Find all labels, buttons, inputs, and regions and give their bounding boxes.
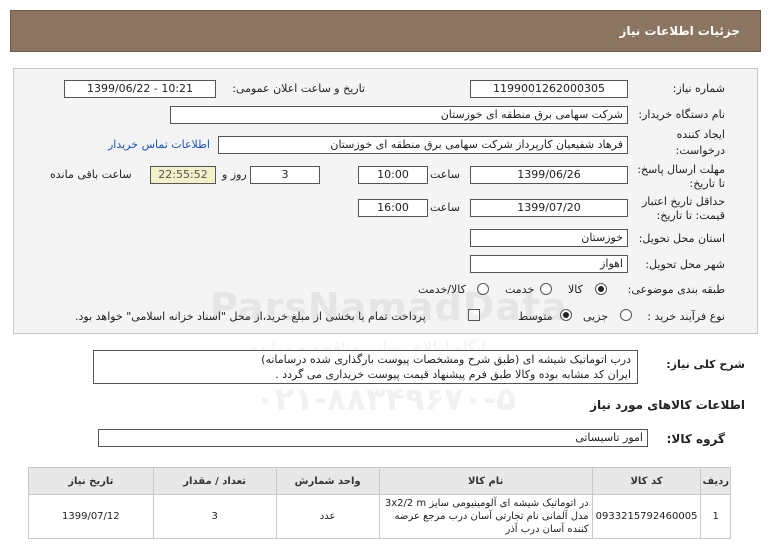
watermark-brand: ParsNamadData — [210, 285, 568, 329]
buyer-field: شرکت سهامی برق منطقه ای خوزستان — [170, 106, 628, 124]
description-line-1: درب اتوماتیک شیشه ای (طبق شرح ومشخصات پی… — [261, 353, 631, 366]
category-goods-label: کالا — [568, 283, 583, 296]
description-box: درب اتوماتیک شیشه ای (طبق شرح ومشخصات پی… — [93, 350, 638, 384]
col-date: تاریخ نیاز — [28, 467, 154, 495]
description-label: شرح کلی نیاز: — [666, 358, 745, 371]
process-minor-radio[interactable] — [620, 309, 632, 321]
deadline-time-label: ساعت — [430, 168, 460, 181]
province-field: خوزستان — [470, 229, 628, 247]
deadline-days-field: 3 — [250, 166, 320, 184]
validity-time-label: ساعت — [430, 201, 460, 214]
buyer-label: نام دستگاه خریدار: — [638, 108, 725, 121]
remaining-label: ساعت باقی مانده — [50, 168, 132, 181]
validity-label-2: قیمت: تا تاریخ: — [656, 209, 725, 222]
goods-table-header: ردیف کد کالا نام کالا واحد شمارش تعداد /… — [28, 467, 731, 495]
col-index: ردیف — [700, 467, 731, 495]
col-name: نام کالا — [378, 467, 593, 495]
city-field: اهواز — [470, 255, 628, 273]
row-unit: عدد — [275, 494, 380, 539]
page-header: جزئیات اطلاعات نیاز — [10, 10, 761, 52]
goods-table: ردیف کد کالا نام کالا واحد شمارش تعداد /… — [28, 467, 731, 539]
validity-date-field: 1399/07/20 — [470, 199, 628, 217]
goods-group-field: امور تاسیساتی — [98, 429, 648, 447]
row-qty: 3 — [152, 494, 277, 539]
row-name: در اتوماتیک شیشه ای آلومینیومی سایز 3x2/… — [378, 494, 593, 539]
validity-label-1: حداقل تاریخ اعتبار — [641, 195, 725, 208]
table-row: 1 0933215792460005 در اتوماتیک شیشه ای آ… — [28, 494, 731, 539]
creator-label-2: درخواست: — [675, 144, 725, 157]
deadline-label-2: تا تاریخ: — [689, 177, 725, 190]
watermark-phone: ۰۲۱-۸۸۳۴۹۶۷۰-۵ — [255, 380, 516, 418]
need-number-label: شماره نیاز: — [672, 82, 725, 95]
province-label: استان محل تحویل: — [638, 232, 725, 245]
goods-section-title: اطلاعات کالاهای مورد نیاز — [590, 398, 745, 412]
creator-field: فرهاد شفیعیان کارپرداز شرکت سهامی برق من… — [218, 136, 628, 154]
row-date: 1399/07/12 — [28, 494, 154, 539]
days-label: روز و — [222, 168, 247, 181]
deadline-date-field: 1399/06/26 — [470, 166, 628, 184]
need-number-field: 1199001262000305 — [470, 80, 628, 98]
category-label: طبقه بندی موضوعی: — [627, 283, 725, 296]
page-title: جزئیات اطلاعات نیاز — [619, 24, 740, 38]
city-label: شهر محل تحویل: — [645, 258, 725, 271]
col-code: کد کالا — [591, 467, 702, 495]
remaining-time-field: 22:55:52 — [150, 166, 216, 184]
process-label: نوع فرآیند خرید : — [647, 310, 725, 323]
creator-label-1: ایجاد کننده — [676, 128, 725, 141]
process-minor-label: جزیی — [583, 310, 609, 323]
validity-time-field: 16:00 — [358, 199, 428, 217]
col-qty: تعداد / مقدار — [152, 467, 277, 495]
buyer-contact-link[interactable]: اطلاعات تماس خریدار — [108, 138, 210, 151]
deadline-label-1: مهلت ارسال پاسخ: — [637, 163, 725, 176]
deadline-time-field: 10:00 — [358, 166, 428, 184]
row-code: 0933215792460005 — [591, 494, 702, 539]
description-line-2: ایران کد مشابه بوده وکالا طبق فرم پیشنها… — [275, 368, 631, 381]
col-unit: واحد شمارش — [275, 467, 380, 495]
announce-date-label: تاریخ و ساعت اعلان عمومی: — [232, 82, 365, 95]
row-index: 1 — [700, 494, 731, 539]
category-goods-radio[interactable] — [595, 283, 607, 295]
goods-group-label: گروه کالا: — [666, 432, 725, 446]
announce-date-field: 1399/06/22 - 10:21 — [64, 80, 216, 98]
